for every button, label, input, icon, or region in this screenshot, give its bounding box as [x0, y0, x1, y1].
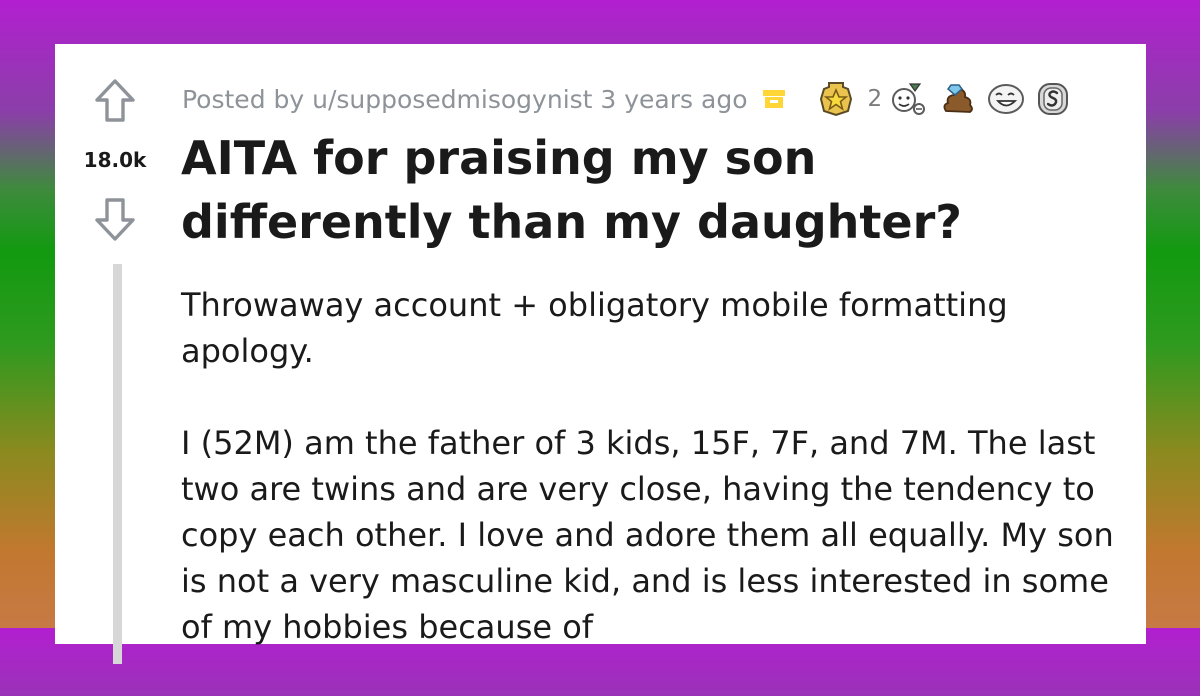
laughing-face-award-icon[interactable] [986, 82, 1026, 116]
posted-by-text: Posted by u/supposedmisogynist 3 years a… [182, 84, 748, 114]
silver-coin-award-icon[interactable] [1036, 81, 1070, 117]
body-paragraph-2: I (52M) am the father of 3 kids, 15F, 7F… [181, 424, 1114, 646]
archive-box-icon [762, 88, 786, 110]
wholesome-award-icon[interactable] [890, 80, 928, 118]
post-body: Throwaway account + obligatory mobile fo… [181, 282, 1141, 696]
award-count: 2 [867, 86, 883, 112]
downvote-arrow-icon [95, 198, 135, 241]
downvote-button[interactable] [93, 196, 137, 242]
post-title-line-1: AITA for praising my son [181, 131, 817, 185]
post-title-line-2: differently than my daughter? [181, 195, 962, 249]
thread-line[interactable] [113, 264, 122, 664]
post-card: 18.0k Posted by u/supposedmisogynist 3 y… [55, 44, 1146, 664]
upvote-button[interactable] [93, 78, 137, 124]
post-title[interactable]: AITA for praising my son differently tha… [181, 126, 1121, 254]
body-paragraph-1: Throwaway account + obligatory mobile fo… [181, 286, 1008, 370]
post-meta: Posted by u/supposedmisogynist 3 years a… [182, 80, 1080, 118]
poop-diamond-award-icon[interactable] [938, 81, 976, 117]
vote-score: 18.0k [83, 148, 147, 172]
gold-star-award-icon[interactable] [818, 81, 854, 117]
upvote-arrow-icon [95, 79, 135, 122]
